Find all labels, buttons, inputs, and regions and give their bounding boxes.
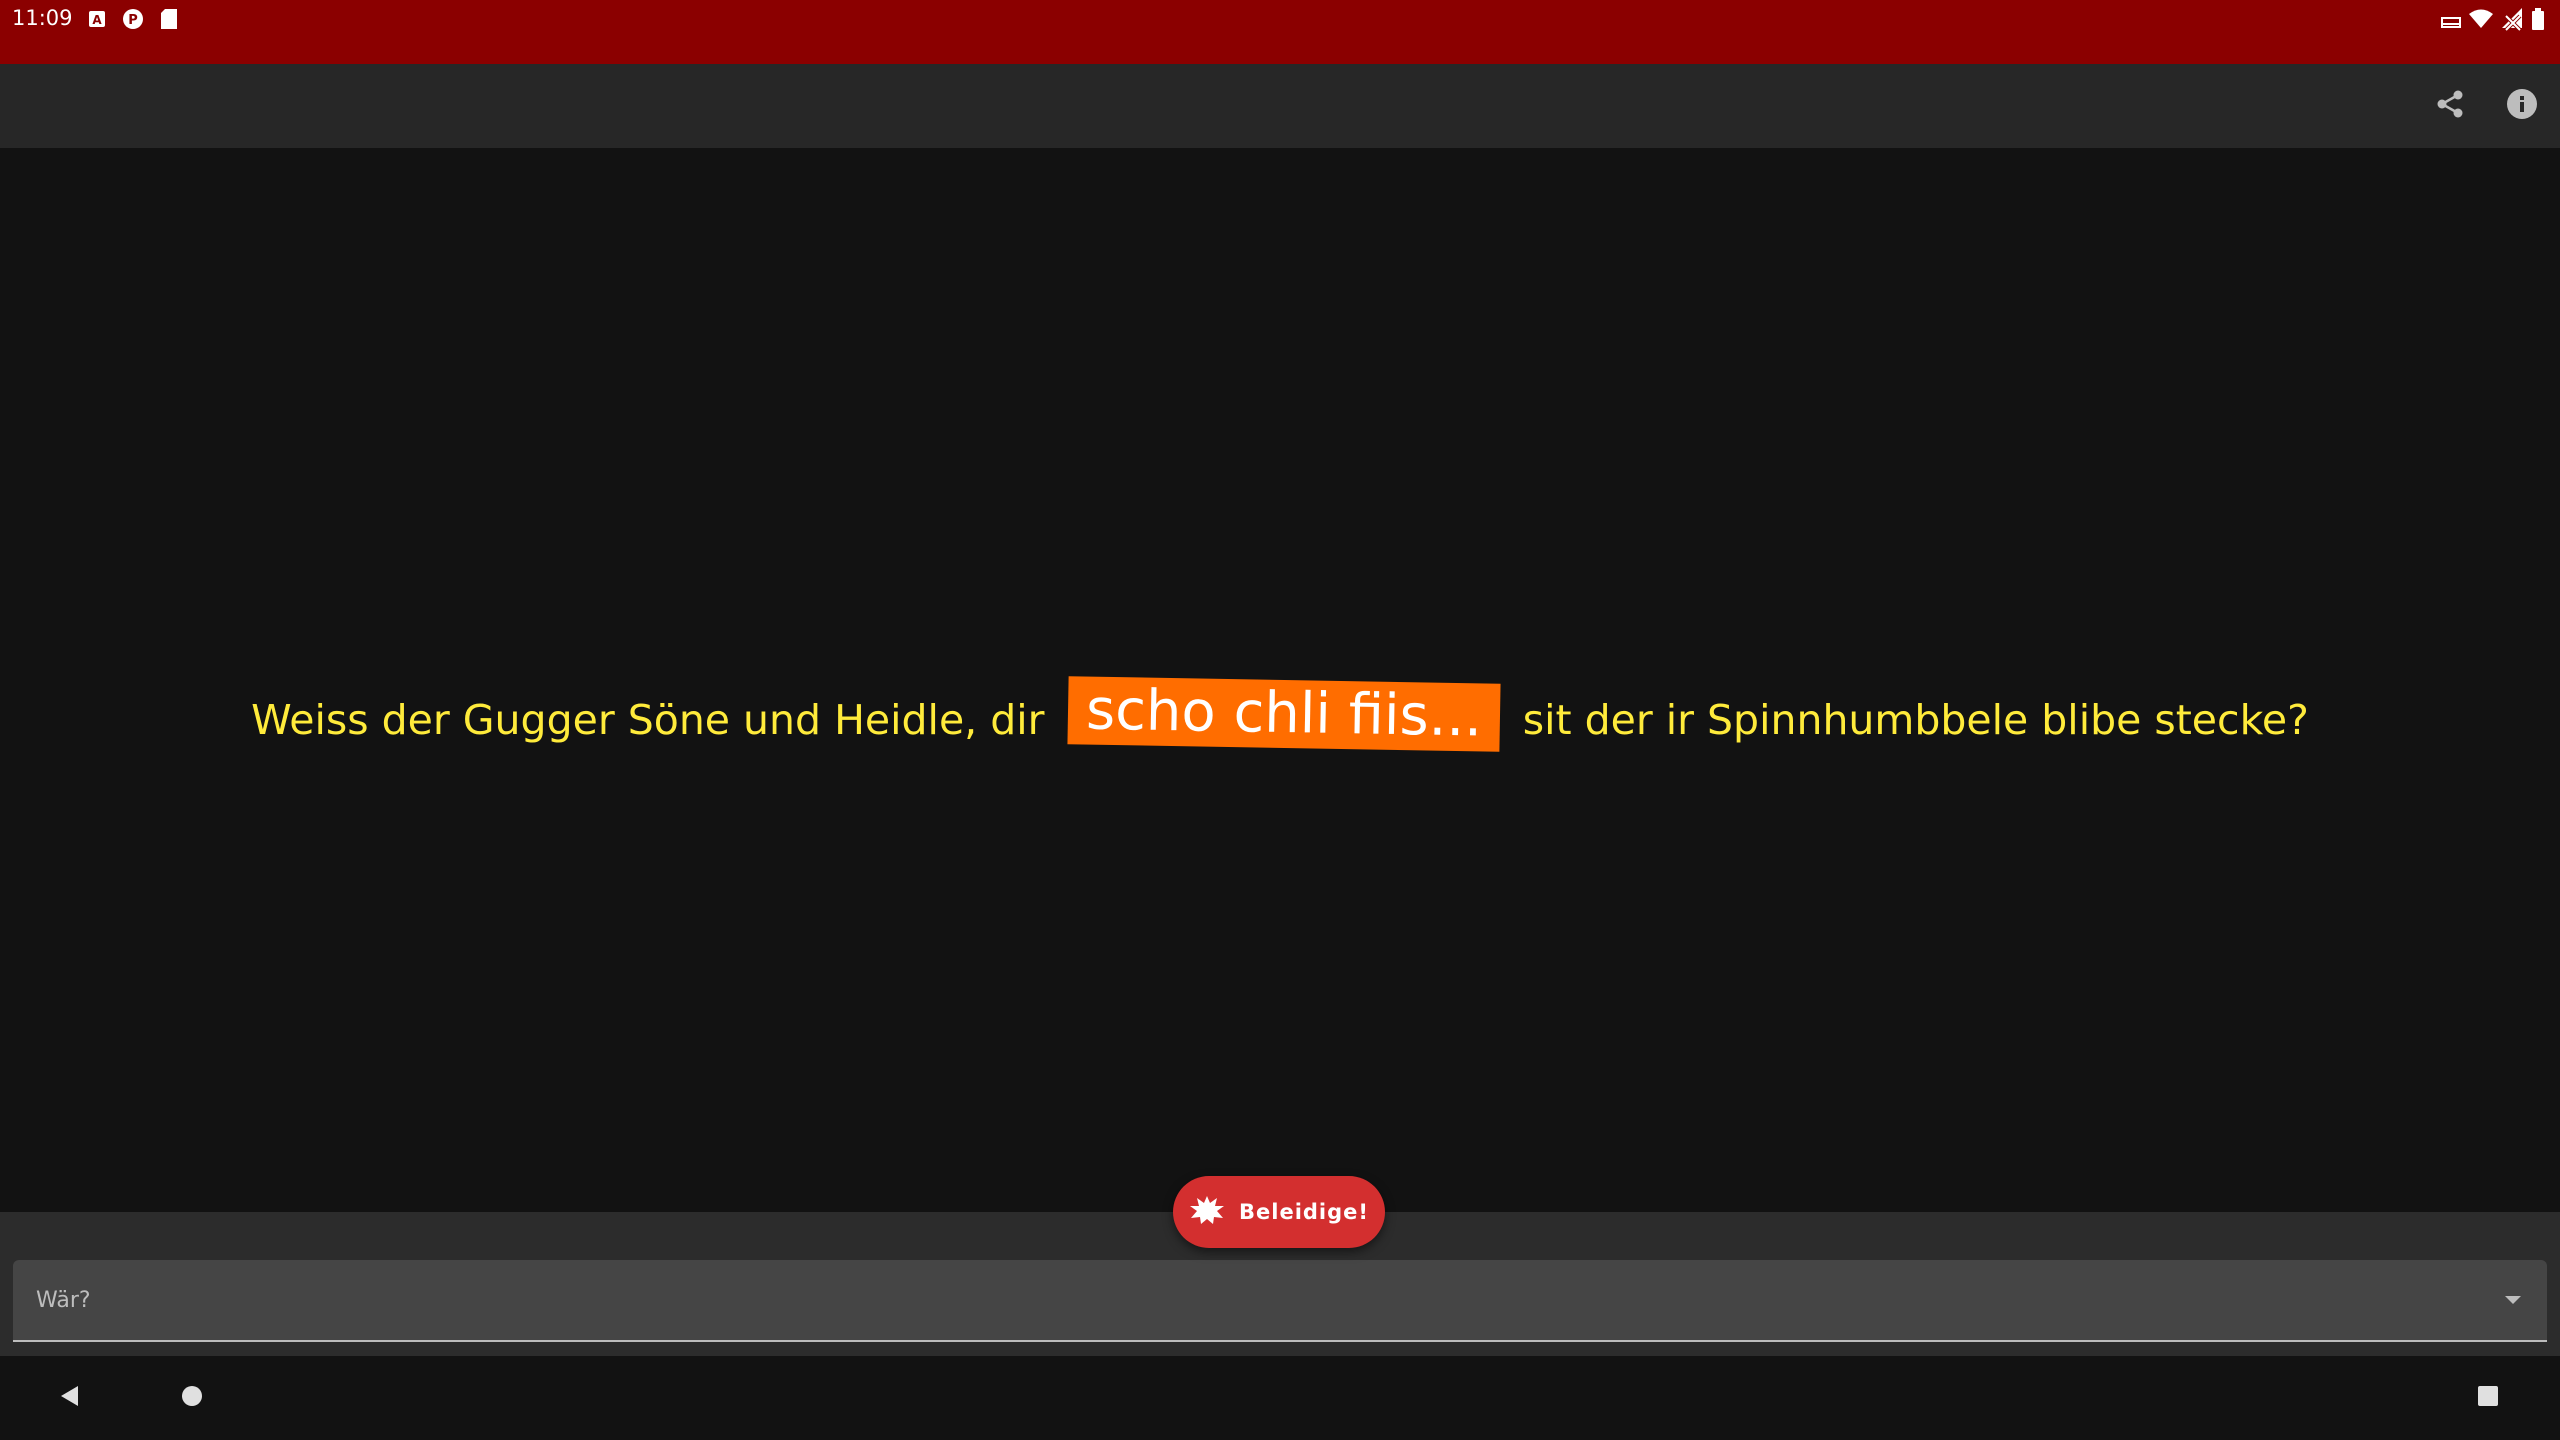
info-button[interactable]: [2502, 86, 2542, 126]
share-icon: [2435, 89, 2465, 124]
svg-text:P: P: [128, 13, 138, 28]
share-button[interactable]: [2430, 86, 2470, 126]
recents-button[interactable]: [2468, 1378, 2508, 1418]
back-button[interactable]: [50, 1378, 90, 1418]
wifi-icon: [2468, 8, 2494, 35]
home-icon: [180, 1384, 204, 1413]
p-notification-icon: P: [122, 8, 144, 30]
cellular-off-icon: [2500, 6, 2526, 37]
svg-text:A: A: [92, 13, 102, 27]
cast-icon: [2440, 8, 2462, 35]
insult-button-label: Beleidige!: [1239, 1200, 1369, 1224]
home-button[interactable]: [172, 1378, 212, 1418]
back-icon: [58, 1384, 82, 1413]
recipient-select[interactable]: Wär?: [13, 1260, 2547, 1342]
battery-icon: [2532, 8, 2544, 35]
system-status-icons: [2440, 6, 2544, 37]
insult-suffix: sit der ir Spinnhumbbele blibe stecke?: [1522, 696, 2309, 744]
notification-icons: A P: [86, 8, 180, 30]
a-notification-icon: A: [86, 8, 108, 30]
app-bar: [0, 64, 2560, 148]
status-time: 11:09: [12, 6, 73, 30]
insult-highlight: scho chli fiis...: [1067, 676, 1501, 752]
insult-prefix: Weiss der Gugger Söne und Heidle, dir: [251, 696, 1045, 744]
insult-button[interactable]: Beleidige!: [1173, 1176, 1385, 1248]
navigation-bar: [0, 1356, 2560, 1440]
insult-display: Weiss der Gugger Söne und Heidle, dir sc…: [0, 148, 2560, 1212]
insult-sentence: Weiss der Gugger Söne und Heidle, dir sc…: [0, 676, 2560, 754]
explosion-icon: [1189, 1195, 1225, 1230]
recents-icon: [2476, 1384, 2500, 1413]
status-bar: 11:09 A P: [0, 0, 2560, 64]
sd-card-icon: [158, 8, 180, 30]
dropdown-arrow-icon: [2505, 1296, 2521, 1304]
info-icon: [2506, 88, 2538, 125]
recipient-select-placeholder: Wär?: [36, 1288, 91, 1313]
